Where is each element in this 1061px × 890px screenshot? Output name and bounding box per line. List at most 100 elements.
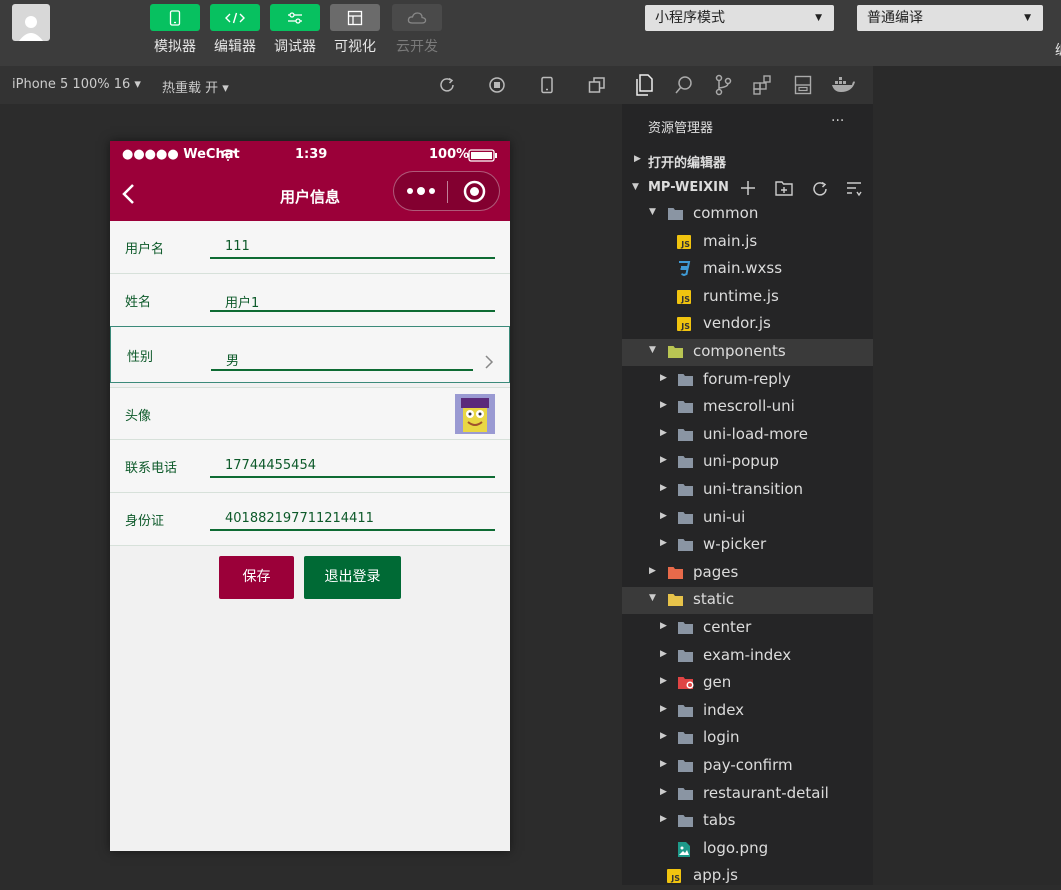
refresh-icon[interactable] — [438, 76, 456, 94]
docker-icon[interactable] — [831, 76, 855, 94]
tree-item[interactable]: JS app.js — [622, 863, 873, 890]
visual-tool[interactable]: 可视化 — [330, 4, 380, 56]
collapse-all-icon[interactable] — [846, 181, 862, 197]
tree-item[interactable]: ▶ pages — [622, 560, 873, 587]
more-dots-icon[interactable] — [406, 185, 436, 197]
chevron-right-icon: ▶ — [660, 648, 667, 659]
chevron-right-icon: ▶ — [660, 510, 667, 521]
status-bar: ●●●●● WeChat 1:39 100% — [110, 147, 510, 165]
chevron-right-icon — [485, 355, 494, 369]
tree-item-label: pages — [693, 562, 739, 581]
tree-item[interactable]: ▶ tabs — [622, 808, 873, 835]
chevron-down-icon: ▼ — [632, 182, 639, 192]
folder-icon — [677, 675, 694, 690]
battery-icon — [468, 149, 497, 162]
js-file-icon: JS — [667, 869, 681, 884]
tree-item[interactable]: ▶ mescroll-uni — [622, 394, 873, 421]
tree-item[interactable]: ▶ index — [622, 698, 873, 725]
tree-item-label: static — [693, 590, 735, 609]
close-circle-icon[interactable] — [463, 180, 486, 203]
editor-area — [873, 66, 1061, 885]
chevron-down-icon: ▼ — [649, 207, 656, 217]
stop-icon[interactable] — [488, 76, 506, 94]
open-editors-section[interactable]: ▶ 打开的编辑器 — [622, 147, 873, 174]
user-avatar[interactable] — [12, 4, 50, 41]
tree-item[interactable]: ▶ uni-ui — [622, 505, 873, 532]
folder-icon — [677, 454, 694, 469]
explorer-more-button[interactable]: ··· — [831, 113, 844, 129]
tree-item[interactable]: ▼ common — [622, 201, 873, 228]
tree-item[interactable]: logo.png — [622, 836, 873, 863]
files-icon[interactable] — [634, 74, 654, 96]
tree-item-label: center — [703, 618, 752, 636]
logout-button[interactable]: 退出登录 — [304, 556, 401, 599]
wifi-icon — [220, 149, 236, 161]
js-file-icon: JS — [677, 317, 691, 332]
save-button[interactable]: 保存 — [219, 556, 294, 599]
simulator-tool[interactable]: 模拟器 — [150, 4, 200, 56]
new-folder-icon[interactable] — [775, 180, 793, 196]
tree-item[interactable]: ▼ components — [622, 339, 873, 366]
project-section[interactable]: ▼ MP-WEIXIN — [622, 174, 873, 201]
device-icon[interactable] — [538, 76, 556, 94]
tree-item-label: mescroll-uni — [703, 397, 795, 416]
tree-item[interactable]: ▶ forum-reply — [622, 367, 873, 394]
storage-icon[interactable] — [794, 75, 812, 95]
name-input[interactable]: 用户1 — [210, 289, 495, 312]
tree-item[interactable]: ▶ uni-transition — [622, 477, 873, 504]
caret-down-icon: ▼ — [1024, 13, 1031, 23]
tree-item[interactable]: ▶ w-picker — [622, 532, 873, 559]
tree-item[interactable]: ▶ login — [622, 725, 873, 752]
tree-item[interactable]: JS runtime.js — [622, 284, 873, 311]
compile-select[interactable]: 普通编译 ▼ — [857, 5, 1043, 31]
tree-item[interactable]: ▶ center — [622, 615, 873, 642]
folder-icon — [677, 620, 694, 635]
extensions-icon[interactable] — [753, 75, 773, 95]
phone-row: 联系电话 17744455454 — [110, 440, 510, 493]
tree-item[interactable]: ▶ restaurant-detail — [622, 781, 873, 808]
chevron-right-icon: ▶ — [634, 154, 641, 164]
tree-item[interactable]: ▶ exam-index — [622, 643, 873, 670]
tree-item[interactable]: ▼ static — [622, 587, 873, 615]
tree-item[interactable]: JS main.js — [622, 229, 873, 256]
visual-label: 可视化 — [334, 39, 376, 55]
tree-item[interactable]: ▶ uni-popup — [622, 449, 873, 476]
device-select[interactable]: iPhone 5 100% 16 ▾ — [12, 77, 141, 92]
new-file-icon[interactable] — [740, 180, 756, 196]
tree-item-label: app.js — [693, 866, 738, 885]
chevron-right-icon: ▶ — [660, 427, 667, 438]
refresh-explorer-icon[interactable] — [811, 180, 829, 198]
idcard-input[interactable]: 401882197711214411 — [210, 508, 495, 531]
editor-tool[interactable]: 编辑器 — [210, 4, 260, 56]
tree-item-label: common — [693, 204, 759, 222]
tree-item-label: uni-transition — [703, 480, 804, 498]
tree-item[interactable]: ▶ gen — [622, 670, 873, 697]
avatar-image[interactable] — [455, 394, 495, 434]
capsule-divider — [447, 181, 448, 203]
tree-item[interactable]: JS vendor.js — [622, 311, 873, 338]
folder-icon — [677, 813, 694, 828]
search-icon[interactable] — [674, 75, 694, 95]
status-battery: 100% — [429, 147, 470, 162]
gender-row[interactable]: 性别 男 — [110, 326, 510, 383]
js-file-icon: JS — [677, 289, 691, 304]
hot-reload-toggle[interactable]: 热重载 开 ▾ — [162, 77, 229, 96]
source-control-icon[interactable] — [714, 74, 732, 96]
tree-item-label: login — [703, 728, 740, 747]
tree-item[interactable]: main.wxss — [622, 256, 873, 283]
folder-icon — [667, 565, 684, 580]
tree-item[interactable]: ▶ pay-confirm — [622, 753, 873, 780]
username-input[interactable]: 111 — [210, 236, 495, 259]
open-editors-label: 打开的编辑器 — [648, 156, 727, 171]
tree-item[interactable]: ▶ uni-load-more — [622, 422, 873, 449]
gender-picker[interactable]: 男 — [211, 348, 473, 371]
tree-item-label: forum-reply — [703, 369, 791, 388]
phone-input[interactable]: 17744455454 — [210, 455, 495, 478]
tree-item-label: uni-load-more — [703, 424, 808, 443]
top-toolbar: 模拟器 编辑器 调试器 可视化 云开发 小程序模式 ▼ 普通编译 ▼ 编 — [0, 0, 1061, 66]
mode-select[interactable]: 小程序模式 ▼ — [645, 5, 834, 31]
js-file-icon: JS — [677, 234, 691, 249]
cloud-tool[interactable]: 云开发 — [392, 4, 442, 56]
debugger-tool[interactable]: 调试器 — [270, 4, 320, 56]
detach-window-icon[interactable] — [588, 76, 606, 94]
